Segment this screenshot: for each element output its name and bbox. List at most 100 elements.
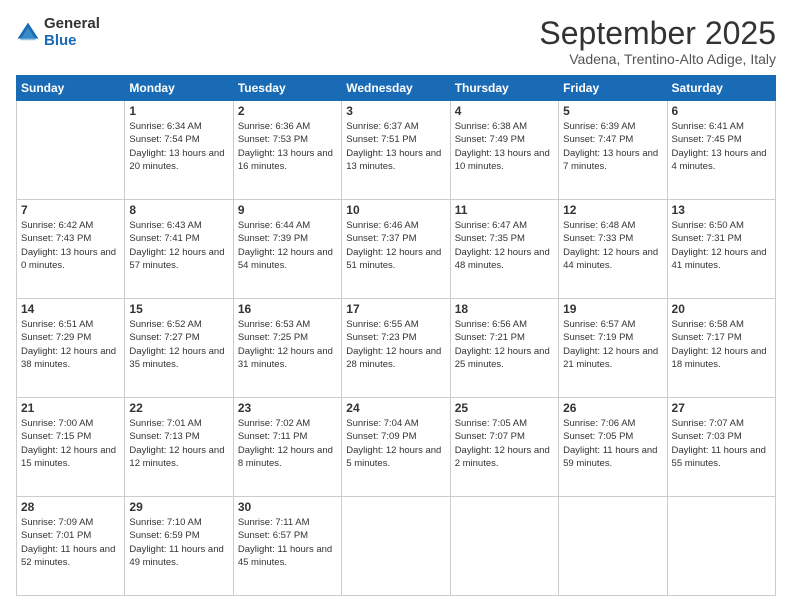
day-number: 19	[563, 302, 662, 316]
day-number: 15	[129, 302, 228, 316]
day-number: 21	[21, 401, 120, 415]
day-number: 17	[346, 302, 445, 316]
cell-info: Sunrise: 6:41 AMSunset: 7:45 PMDaylight:…	[672, 121, 767, 172]
day-number: 2	[238, 104, 337, 118]
table-row: 8 Sunrise: 6:43 AMSunset: 7:41 PMDayligh…	[125, 200, 233, 299]
table-row: 22 Sunrise: 7:01 AMSunset: 7:13 PMDaylig…	[125, 398, 233, 497]
table-row: 12 Sunrise: 6:48 AMSunset: 7:33 PMDaylig…	[559, 200, 667, 299]
day-number: 10	[346, 203, 445, 217]
table-row: 20 Sunrise: 6:58 AMSunset: 7:17 PMDaylig…	[667, 299, 775, 398]
day-number: 11	[455, 203, 554, 217]
cell-info: Sunrise: 6:47 AMSunset: 7:35 PMDaylight:…	[455, 220, 550, 271]
calendar-week-4: 28 Sunrise: 7:09 AMSunset: 7:01 PMDaylig…	[17, 497, 776, 596]
cell-info: Sunrise: 6:36 AMSunset: 7:53 PMDaylight:…	[238, 121, 333, 172]
col-sunday: Sunday	[17, 76, 125, 101]
day-number: 3	[346, 104, 445, 118]
table-row: 24 Sunrise: 7:04 AMSunset: 7:09 PMDaylig…	[342, 398, 450, 497]
day-number: 25	[455, 401, 554, 415]
col-wednesday: Wednesday	[342, 76, 450, 101]
table-row: 18 Sunrise: 6:56 AMSunset: 7:21 PMDaylig…	[450, 299, 558, 398]
table-row: 29 Sunrise: 7:10 AMSunset: 6:59 PMDaylig…	[125, 497, 233, 596]
table-row: 23 Sunrise: 7:02 AMSunset: 7:11 PMDaylig…	[233, 398, 341, 497]
table-row: 14 Sunrise: 6:51 AMSunset: 7:29 PMDaylig…	[17, 299, 125, 398]
calendar-week-0: 1 Sunrise: 6:34 AMSunset: 7:54 PMDayligh…	[17, 101, 776, 200]
cell-info: Sunrise: 6:53 AMSunset: 7:25 PMDaylight:…	[238, 319, 333, 370]
table-row: 5 Sunrise: 6:39 AMSunset: 7:47 PMDayligh…	[559, 101, 667, 200]
day-number: 28	[21, 500, 120, 514]
table-row: 3 Sunrise: 6:37 AMSunset: 7:51 PMDayligh…	[342, 101, 450, 200]
table-row: 10 Sunrise: 6:46 AMSunset: 7:37 PMDaylig…	[342, 200, 450, 299]
table-row: 27 Sunrise: 7:07 AMSunset: 7:03 PMDaylig…	[667, 398, 775, 497]
cell-info: Sunrise: 6:42 AMSunset: 7:43 PMDaylight:…	[21, 220, 116, 271]
col-monday: Monday	[125, 76, 233, 101]
main-title: September 2025	[539, 16, 776, 51]
day-number: 1	[129, 104, 228, 118]
calendar-week-1: 7 Sunrise: 6:42 AMSunset: 7:43 PMDayligh…	[17, 200, 776, 299]
cell-info: Sunrise: 6:37 AMSunset: 7:51 PMDaylight:…	[346, 121, 441, 172]
calendar-week-3: 21 Sunrise: 7:00 AMSunset: 7:15 PMDaylig…	[17, 398, 776, 497]
table-row: 11 Sunrise: 6:47 AMSunset: 7:35 PMDaylig…	[450, 200, 558, 299]
cell-info: Sunrise: 7:02 AMSunset: 7:11 PMDaylight:…	[238, 418, 333, 469]
table-row	[667, 497, 775, 596]
cell-info: Sunrise: 6:48 AMSunset: 7:33 PMDaylight:…	[563, 220, 658, 271]
header-row: Sunday Monday Tuesday Wednesday Thursday…	[17, 76, 776, 101]
header: General Blue September 2025 Vadena, Tren…	[16, 16, 776, 67]
cell-info: Sunrise: 6:46 AMSunset: 7:37 PMDaylight:…	[346, 220, 441, 271]
day-number: 5	[563, 104, 662, 118]
day-number: 16	[238, 302, 337, 316]
table-row: 25 Sunrise: 7:05 AMSunset: 7:07 PMDaylig…	[450, 398, 558, 497]
table-row: 19 Sunrise: 6:57 AMSunset: 7:19 PMDaylig…	[559, 299, 667, 398]
table-row: 9 Sunrise: 6:44 AMSunset: 7:39 PMDayligh…	[233, 200, 341, 299]
day-number: 4	[455, 104, 554, 118]
cell-info: Sunrise: 6:55 AMSunset: 7:23 PMDaylight:…	[346, 319, 441, 370]
day-number: 8	[129, 203, 228, 217]
col-saturday: Saturday	[667, 76, 775, 101]
day-number: 22	[129, 401, 228, 415]
table-row	[17, 101, 125, 200]
table-row: 6 Sunrise: 6:41 AMSunset: 7:45 PMDayligh…	[667, 101, 775, 200]
cell-info: Sunrise: 7:10 AMSunset: 6:59 PMDaylight:…	[129, 517, 223, 568]
table-row: 1 Sunrise: 6:34 AMSunset: 7:54 PMDayligh…	[125, 101, 233, 200]
day-number: 29	[129, 500, 228, 514]
calendar-week-2: 14 Sunrise: 6:51 AMSunset: 7:29 PMDaylig…	[17, 299, 776, 398]
day-number: 13	[672, 203, 771, 217]
cell-info: Sunrise: 6:44 AMSunset: 7:39 PMDaylight:…	[238, 220, 333, 271]
day-number: 20	[672, 302, 771, 316]
table-row: 17 Sunrise: 6:55 AMSunset: 7:23 PMDaylig…	[342, 299, 450, 398]
col-thursday: Thursday	[450, 76, 558, 101]
cell-info: Sunrise: 7:09 AMSunset: 7:01 PMDaylight:…	[21, 517, 115, 568]
table-row	[559, 497, 667, 596]
cell-info: Sunrise: 6:38 AMSunset: 7:49 PMDaylight:…	[455, 121, 550, 172]
table-row: 7 Sunrise: 6:42 AMSunset: 7:43 PMDayligh…	[17, 200, 125, 299]
cell-info: Sunrise: 6:57 AMSunset: 7:19 PMDaylight:…	[563, 319, 658, 370]
table-row	[450, 497, 558, 596]
cell-info: Sunrise: 6:39 AMSunset: 7:47 PMDaylight:…	[563, 121, 658, 172]
day-number: 7	[21, 203, 120, 217]
cell-info: Sunrise: 7:04 AMSunset: 7:09 PMDaylight:…	[346, 418, 441, 469]
cell-info: Sunrise: 7:07 AMSunset: 7:03 PMDaylight:…	[672, 418, 766, 469]
day-number: 30	[238, 500, 337, 514]
table-row: 28 Sunrise: 7:09 AMSunset: 7:01 PMDaylig…	[17, 497, 125, 596]
title-block: September 2025 Vadena, Trentino-Alto Adi…	[539, 16, 776, 67]
day-number: 12	[563, 203, 662, 217]
cell-info: Sunrise: 7:00 AMSunset: 7:15 PMDaylight:…	[21, 418, 116, 469]
subtitle: Vadena, Trentino-Alto Adige, Italy	[539, 51, 776, 67]
logo-text: General Blue	[44, 16, 100, 49]
cell-info: Sunrise: 6:50 AMSunset: 7:31 PMDaylight:…	[672, 220, 767, 271]
table-row: 16 Sunrise: 6:53 AMSunset: 7:25 PMDaylig…	[233, 299, 341, 398]
cell-info: Sunrise: 7:11 AMSunset: 6:57 PMDaylight:…	[238, 517, 332, 568]
day-number: 27	[672, 401, 771, 415]
table-row: 26 Sunrise: 7:06 AMSunset: 7:05 PMDaylig…	[559, 398, 667, 497]
col-tuesday: Tuesday	[233, 76, 341, 101]
day-number: 23	[238, 401, 337, 415]
cell-info: Sunrise: 7:01 AMSunset: 7:13 PMDaylight:…	[129, 418, 224, 469]
logo: General Blue	[16, 16, 100, 49]
cell-info: Sunrise: 6:58 AMSunset: 7:17 PMDaylight:…	[672, 319, 767, 370]
cell-info: Sunrise: 7:06 AMSunset: 7:05 PMDaylight:…	[563, 418, 657, 469]
cell-info: Sunrise: 6:56 AMSunset: 7:21 PMDaylight:…	[455, 319, 550, 370]
table-row: 21 Sunrise: 7:00 AMSunset: 7:15 PMDaylig…	[17, 398, 125, 497]
day-number: 24	[346, 401, 445, 415]
table-row: 2 Sunrise: 6:36 AMSunset: 7:53 PMDayligh…	[233, 101, 341, 200]
day-number: 6	[672, 104, 771, 118]
page: General Blue September 2025 Vadena, Tren…	[0, 0, 792, 612]
